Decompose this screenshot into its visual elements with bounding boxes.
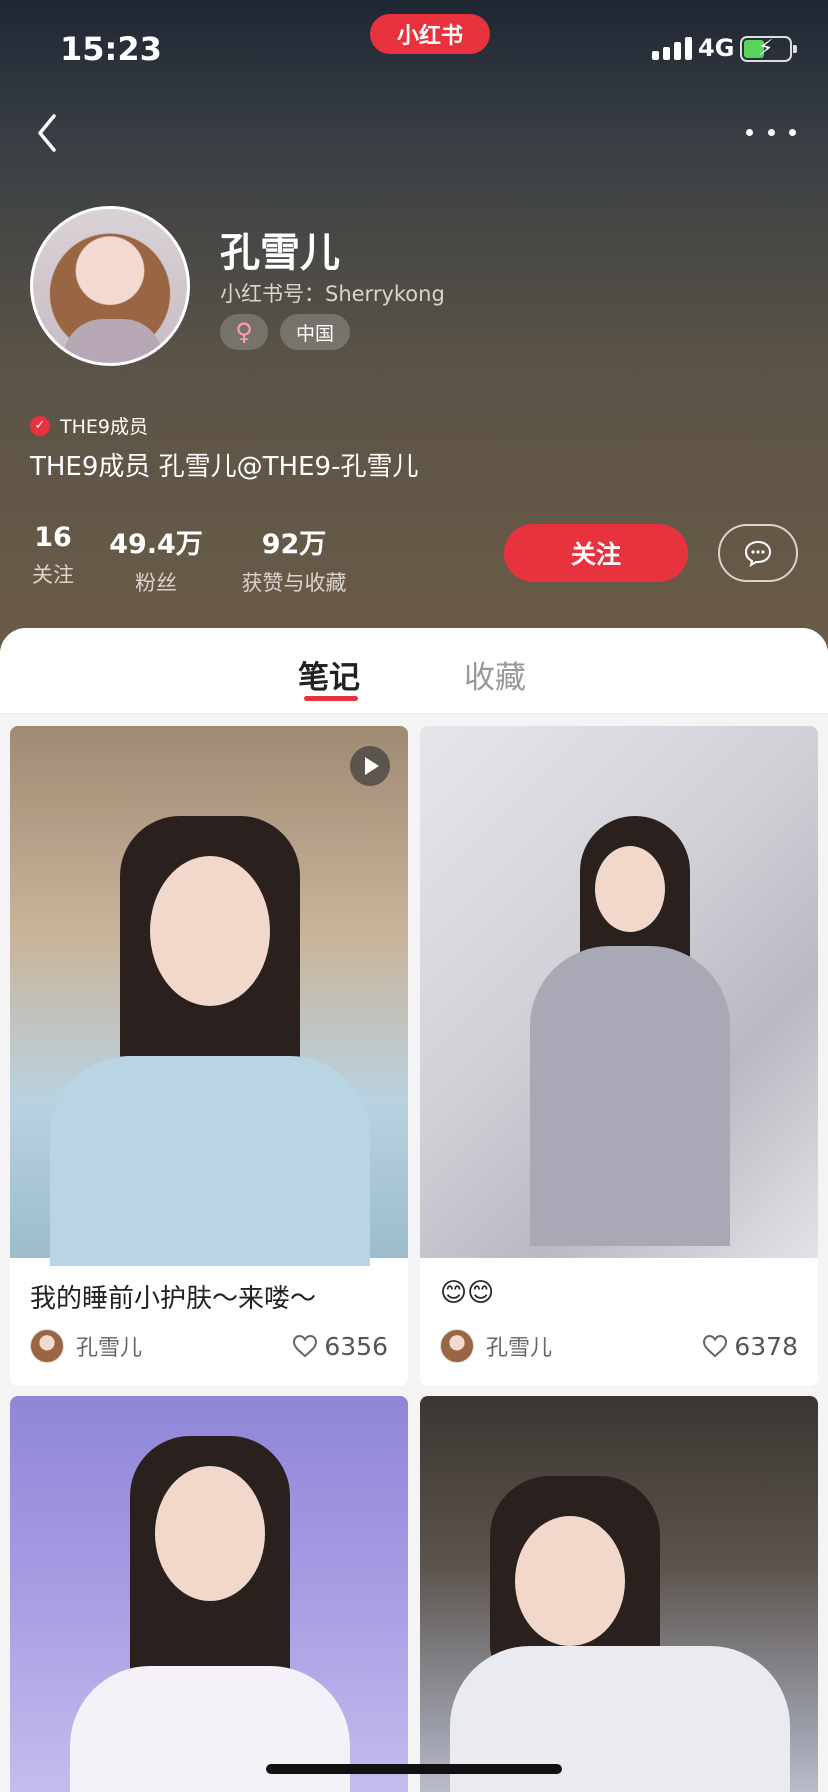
network-type: 4G bbox=[698, 34, 735, 62]
like-button[interactable]: 6378 bbox=[702, 1332, 798, 1361]
stat-following[interactable]: 16 关注 bbox=[30, 522, 76, 589]
profile-name: 孔雪儿 bbox=[220, 230, 340, 276]
follow-button[interactable]: 关注 bbox=[504, 524, 688, 582]
female-icon: ♀ bbox=[220, 314, 268, 350]
more-options-button[interactable] bbox=[746, 112, 796, 152]
tab-notes[interactable]: 笔记 bbox=[298, 652, 360, 697]
verified-check-icon: ✓ bbox=[30, 415, 50, 436]
message-button[interactable] bbox=[718, 524, 798, 582]
profile-tags: ♀ 中国 bbox=[220, 314, 351, 350]
more-dot-icon bbox=[746, 128, 753, 136]
note-card[interactable]: 我的睡前小护肤～来喽～ 孔雪儿 6356 bbox=[10, 726, 408, 1386]
region-tag: 中国 bbox=[280, 314, 351, 350]
stat-likes[interactable]: 92万 获赞与收藏 bbox=[236, 522, 352, 597]
note-meta: 孔雪儿 6378 bbox=[440, 1328, 798, 1364]
app-badge: 小红书 bbox=[370, 14, 490, 54]
stat-fans[interactable]: 49.4万 粉丝 bbox=[106, 522, 206, 597]
battery-icon: ⚡ bbox=[740, 36, 797, 62]
stat-fans-value: 49.4万 bbox=[109, 529, 203, 560]
heart-icon bbox=[703, 1334, 728, 1358]
like-count: 6378 bbox=[734, 1331, 798, 1361]
verified-label: THE9成员 bbox=[60, 416, 148, 438]
more-dot-icon bbox=[789, 128, 796, 136]
note-title: 😊😊 bbox=[440, 1278, 495, 1308]
author-avatar[interactable] bbox=[30, 1329, 64, 1363]
content-tabs: 笔记 收藏 bbox=[0, 628, 828, 714]
profile-redid: 小红书号：Sherrykong bbox=[220, 282, 445, 306]
tab-collections[interactable]: 收藏 bbox=[464, 652, 526, 697]
active-tab-indicator bbox=[304, 696, 358, 701]
status-time: 15:23 bbox=[60, 30, 162, 68]
note-author: 孔雪儿 bbox=[486, 1336, 553, 1361]
profile-header: 15:23 小红书 4G ⚡ 孔雪儿 小红书号：Sherrykong ♀ 中国 … bbox=[0, 0, 828, 660]
stat-following-value: 16 bbox=[34, 522, 72, 553]
home-indicator bbox=[266, 1764, 562, 1774]
note-title: 我的睡前小护肤～来喽～ bbox=[30, 1284, 317, 1314]
chat-bubble-icon bbox=[744, 540, 772, 568]
chevron-left-icon bbox=[38, 114, 56, 152]
note-cover-image[interactable] bbox=[420, 1396, 818, 1792]
stat-fans-label: 粉丝 bbox=[135, 571, 177, 595]
more-dot-icon bbox=[767, 128, 775, 136]
status-bar: 15:23 小红书 4G ⚡ bbox=[0, 0, 828, 100]
stat-likes-label: 获赞与收藏 bbox=[241, 571, 347, 595]
like-count: 6356 bbox=[324, 1331, 388, 1361]
note-card[interactable] bbox=[10, 1396, 408, 1792]
note-cover-image[interactable] bbox=[10, 726, 408, 1266]
profile-bio: THE9成员 孔雪儿@THE9-孔雪儿 bbox=[30, 452, 419, 482]
notes-section: 笔记 收藏 我的睡前小护肤～来喽～ 孔雪儿 6356 😊😊 孔雪儿 6378 bbox=[0, 628, 828, 1792]
note-cover-image[interactable] bbox=[420, 726, 818, 1258]
heart-icon bbox=[293, 1334, 318, 1358]
verified-badge: ✓ THE9成员 bbox=[30, 412, 148, 439]
like-button[interactable]: 6356 bbox=[292, 1332, 388, 1361]
note-cover-image[interactable] bbox=[10, 1396, 408, 1792]
note-author: 孔雪儿 bbox=[76, 1336, 143, 1361]
stat-likes-value: 92万 bbox=[261, 529, 327, 560]
video-play-icon[interactable] bbox=[350, 746, 390, 786]
note-card[interactable] bbox=[420, 1396, 818, 1792]
author-avatar[interactable] bbox=[440, 1329, 474, 1363]
stat-following-label: 关注 bbox=[32, 563, 74, 587]
note-meta: 孔雪儿 6356 bbox=[30, 1328, 388, 1364]
back-button[interactable] bbox=[30, 108, 70, 158]
note-card[interactable]: 😊😊 孔雪儿 6378 bbox=[420, 726, 818, 1386]
profile-avatar[interactable] bbox=[30, 206, 190, 366]
signal-icon bbox=[652, 36, 692, 60]
